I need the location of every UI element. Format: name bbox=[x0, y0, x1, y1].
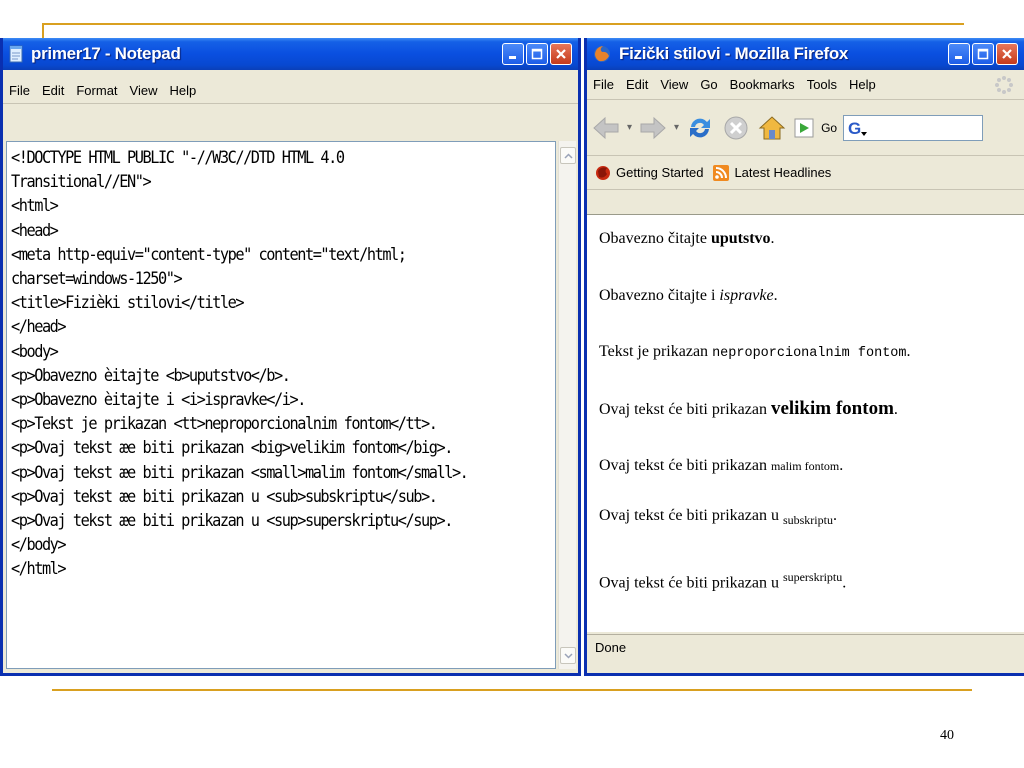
page-paragraph-superscript: Ovaj tekst će biti prikazan u superskrip… bbox=[599, 570, 847, 592]
menu-file[interactable]: File bbox=[3, 83, 36, 98]
browser-content-area: Obavezno čitajte uputstvo. Obavezno čita… bbox=[587, 214, 1024, 632]
bookmarks-toolbar: Getting Started Latest Headlines bbox=[587, 156, 1024, 190]
reload-icon bbox=[690, 118, 711, 137]
notepad-window: primer17 - Notepad File Edit Format View… bbox=[0, 38, 581, 676]
firefox-menubar: File Edit View Go Bookmarks Tools Help bbox=[587, 70, 1024, 100]
firefox-bookmark-icon bbox=[596, 165, 610, 180]
close-icon bbox=[1002, 49, 1012, 59]
maximize-button[interactable] bbox=[972, 43, 994, 65]
chevron-down-icon bbox=[563, 652, 573, 659]
menu-edit[interactable]: Edit bbox=[36, 83, 70, 98]
throbber-icon bbox=[988, 75, 1020, 98]
notepad-titlebar[interactable]: primer17 - Notepad bbox=[3, 38, 578, 70]
rss-feed-icon bbox=[713, 164, 730, 181]
menu-tools[interactable]: Tools bbox=[801, 77, 843, 92]
notepad-document-text: <!DOCTYPE HTML PUBLIC "-//W3C//DTD HTML … bbox=[11, 148, 469, 579]
home-button[interactable] bbox=[757, 113, 787, 143]
maximize-icon bbox=[977, 48, 989, 60]
notepad-text-area[interactable]: <!DOCTYPE HTML PUBLIC "-//W3C//DTD HTML … bbox=[6, 141, 556, 669]
slide-bottom-rule bbox=[52, 689, 972, 691]
minimize-button[interactable] bbox=[948, 43, 970, 65]
firefox-title: Fizički stilovi - Mozilla Firefox bbox=[619, 44, 849, 63]
maximize-icon bbox=[531, 48, 543, 60]
maximize-button[interactable] bbox=[526, 43, 548, 65]
minimize-button[interactable] bbox=[502, 43, 524, 65]
forward-button[interactable] bbox=[638, 113, 668, 143]
page-paragraph-teletype: Tekst je prikazan neproporcionalnim font… bbox=[599, 343, 911, 361]
stop-button[interactable] bbox=[721, 113, 751, 143]
firefox-titlebar[interactable]: Fizički stilovi - Mozilla Firefox bbox=[587, 38, 1024, 70]
svg-text:G: G bbox=[848, 119, 861, 138]
menu-go[interactable]: Go bbox=[694, 77, 723, 92]
page-paragraph-italic: Obavezno čitajte i ispravke. bbox=[599, 287, 778, 304]
bookmark-latest-headlines[interactable]: Latest Headlines bbox=[713, 164, 831, 181]
scroll-up-button[interactable] bbox=[560, 147, 576, 164]
forward-arrow-icon bbox=[640, 116, 666, 139]
notepad-vertical-scrollbar[interactable] bbox=[558, 141, 576, 669]
google-search-icon: G bbox=[848, 119, 868, 138]
menu-edit[interactable]: Edit bbox=[620, 77, 654, 92]
back-dropdown-icon[interactable]: ▾ bbox=[627, 122, 632, 133]
minimize-icon bbox=[955, 56, 962, 59]
close-icon bbox=[556, 49, 566, 59]
menu-view[interactable]: View bbox=[124, 83, 164, 98]
status-text: Done bbox=[595, 640, 627, 655]
slide-page-number: 40 bbox=[940, 728, 954, 743]
go-button[interactable] bbox=[793, 116, 817, 140]
menu-format[interactable]: Format bbox=[70, 83, 123, 98]
back-arrow-icon bbox=[593, 116, 619, 139]
scroll-down-button[interactable] bbox=[560, 647, 576, 664]
menu-help[interactable]: Help bbox=[163, 83, 202, 98]
stop-icon bbox=[724, 116, 748, 139]
notepad-menubar: File Edit Format View Help bbox=[3, 78, 578, 104]
go-arrow-icon bbox=[794, 118, 814, 137]
slide-top-rule bbox=[42, 23, 964, 25]
page-paragraph-subscript: Ovaj tekst će biti prikazan u subskriptu… bbox=[599, 507, 837, 528]
close-button[interactable] bbox=[550, 43, 572, 65]
close-button[interactable] bbox=[996, 43, 1018, 65]
forward-dropdown-icon[interactable]: ▾ bbox=[674, 122, 679, 133]
menu-help[interactable]: Help bbox=[843, 77, 882, 92]
menu-bookmarks[interactable]: Bookmarks bbox=[724, 77, 801, 92]
menu-file[interactable]: File bbox=[587, 77, 620, 92]
firefox-window: Fizički stilovi - Mozilla Firefox File E… bbox=[584, 38, 1024, 676]
page-paragraph-bold: Obavezno čitajte uputstvo. bbox=[599, 230, 775, 247]
notepad-app-icon bbox=[9, 45, 23, 63]
go-label[interactable]: Go bbox=[821, 121, 837, 135]
notepad-title: primer17 - Notepad bbox=[31, 44, 181, 63]
bookmark-getting-started[interactable]: Getting Started bbox=[595, 165, 703, 181]
menu-view[interactable]: View bbox=[654, 77, 694, 92]
minimize-icon bbox=[509, 56, 516, 59]
page-paragraph-big: Ovaj tekst će biti prikazan velikim font… bbox=[599, 398, 898, 419]
navigation-toolbar: ▾ ▾ Go G bbox=[587, 100, 1024, 156]
reload-button[interactable] bbox=[685, 113, 715, 143]
home-icon bbox=[758, 115, 786, 139]
back-button[interactable] bbox=[591, 113, 621, 143]
firefox-app-icon bbox=[593, 45, 611, 63]
page-paragraph-small: Ovaj tekst će biti prikazan malim fontom… bbox=[599, 457, 844, 474]
search-box[interactable]: G bbox=[843, 114, 984, 141]
chevron-up-icon bbox=[563, 152, 573, 159]
status-bar: Done bbox=[587, 634, 1024, 660]
